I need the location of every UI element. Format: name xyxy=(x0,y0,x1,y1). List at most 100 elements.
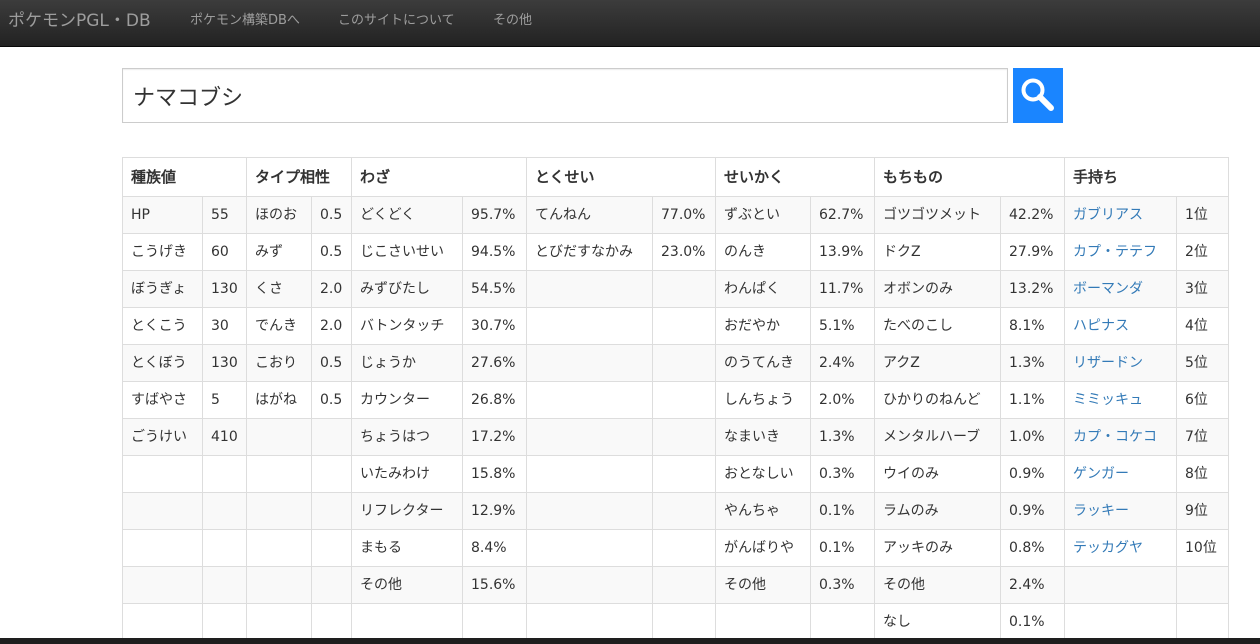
move-name-cell: その他 xyxy=(351,566,463,604)
ability-usage-cell xyxy=(652,344,716,382)
stat-name-cell: こうげき xyxy=(122,233,203,271)
stat-name-cell xyxy=(122,603,203,641)
ability-name-cell xyxy=(526,307,653,345)
ability-usage-cell xyxy=(652,307,716,345)
item-name-cell: ラムのみ xyxy=(874,492,1001,530)
stat-value-cell xyxy=(202,566,247,604)
type-name-cell xyxy=(246,603,312,641)
header-abilities: とくせい xyxy=(526,157,716,197)
ability-usage-cell xyxy=(652,270,716,308)
nature-name-cell: なまいき xyxy=(715,418,811,456)
stat-name-cell: とくこう xyxy=(122,307,203,345)
nature-name-cell: その他 xyxy=(715,566,811,604)
type-multiplier-cell xyxy=(311,603,352,641)
move-name-cell: どくどく xyxy=(351,196,463,234)
nav-link-pokemon-build-db[interactable]: ポケモン構築DBへ xyxy=(190,12,300,30)
teammate-rank-cell: 1位 xyxy=(1176,196,1229,234)
type-multiplier-cell: 0.5 xyxy=(311,233,352,271)
header-natures: せいかく xyxy=(715,157,875,197)
table-row: その他 15.6% その他 0.3% その他 2.4% xyxy=(122,566,1229,604)
item-usage-cell: 0.8% xyxy=(1000,529,1065,567)
table-row: ぼうぎょ 130 くさ 2.0 みずびたし 54.5% わんぱく 11.7% オボンのみ 13.2… xyxy=(122,270,1229,308)
table-row: すばやさ 5 はがね 0.5 カウンター 26.8% しんちょう 2.0% ひかりのねんど 1.1… xyxy=(122,381,1229,419)
table-row: HP 55 ほのお 0.5 どくどく 95.7% てんねん 77.0% ずぶとい 62.7% ゴツゴ… xyxy=(122,196,1229,234)
type-name-cell xyxy=(246,418,312,456)
ability-name-cell xyxy=(526,603,653,641)
teammate-name-cell[interactable]: ゲンガー xyxy=(1064,455,1177,493)
nature-usage-cell: 2.0% xyxy=(810,381,875,419)
move-name-cell: まもる xyxy=(351,529,463,567)
header-base-stats: 種族値 xyxy=(122,157,247,197)
nature-name-cell: おだやか xyxy=(715,307,811,345)
item-name-cell: たべのこし xyxy=(874,307,1001,345)
table-row: ごうけい 410 ちょうはつ 17.2% なまいき 1.3% メンタルハーブ 1.0% カプ・コ… xyxy=(122,418,1229,456)
move-usage-cell: 54.5% xyxy=(462,270,527,308)
site-brand[interactable]: ポケモンPGL・DB xyxy=(8,10,151,32)
teammate-rank-cell: 9位 xyxy=(1176,492,1229,530)
table-row: いたみわけ 15.8% おとなしい 0.3% ウイのみ 0.9% ゲンガー 8位 xyxy=(122,455,1229,493)
type-multiplier-cell: 0.5 xyxy=(311,381,352,419)
search-button[interactable] xyxy=(1013,68,1063,123)
item-name-cell: アクZ xyxy=(874,344,1001,382)
search-input[interactable] xyxy=(122,68,1008,123)
teammate-rank-cell: 7位 xyxy=(1176,418,1229,456)
nature-usage-cell: 0.1% xyxy=(810,529,875,567)
teammate-name-cell[interactable]: カプ・テテフ xyxy=(1064,233,1177,271)
teammate-name-cell[interactable]: リザードン xyxy=(1064,344,1177,382)
type-multiplier-cell xyxy=(311,455,352,493)
pokemon-stats-table: 種族値 タイプ相性 わざ とくせい せいかく もちもの 手持ち HP 55 ほのお 0… xyxy=(122,157,1229,641)
nature-usage-cell: 0.3% xyxy=(810,566,875,604)
nature-name-cell: のうてんき xyxy=(715,344,811,382)
teammate-rank-cell: 4位 xyxy=(1176,307,1229,345)
type-name-cell xyxy=(246,455,312,493)
table-header-row: 種族値 タイプ相性 わざ とくせい せいかく もちもの 手持ち xyxy=(122,157,1229,197)
header-type-matchup: タイプ相性 xyxy=(246,157,352,197)
nav-link-about[interactable]: このサイトについて xyxy=(338,12,455,30)
stat-name-cell: すばやさ xyxy=(122,381,203,419)
move-name-cell: みずびたし xyxy=(351,270,463,308)
item-name-cell: なし xyxy=(874,603,1001,641)
nature-usage-cell: 0.3% xyxy=(810,455,875,493)
teammate-name-cell[interactable]: ボーマンダ xyxy=(1064,270,1177,308)
teammate-name-cell[interactable]: ハピナス xyxy=(1064,307,1177,345)
teammate-name-cell[interactable]: テッカグヤ xyxy=(1064,529,1177,567)
teammate-name-cell[interactable]: ラッキー xyxy=(1064,492,1177,530)
nature-usage-cell: 62.7% xyxy=(810,196,875,234)
stat-value-cell: 130 xyxy=(202,270,247,308)
nature-name-cell: やんちゃ xyxy=(715,492,811,530)
teammate-name-cell[interactable]: ミミッキュ xyxy=(1064,381,1177,419)
item-name-cell: ドクZ xyxy=(874,233,1001,271)
item-usage-cell: 42.2% xyxy=(1000,196,1065,234)
ability-usage-cell xyxy=(652,381,716,419)
type-name-cell xyxy=(246,492,312,530)
teammate-rank-cell xyxy=(1176,566,1229,604)
type-name-cell: みず xyxy=(246,233,312,271)
teammate-name-cell[interactable]: ガブリアス xyxy=(1064,196,1177,234)
type-multiplier-cell xyxy=(311,529,352,567)
nature-usage-cell: 2.4% xyxy=(810,344,875,382)
stat-name-cell: ごうけい xyxy=(122,418,203,456)
item-name-cell: オボンのみ xyxy=(874,270,1001,308)
table-body: HP 55 ほのお 0.5 どくどく 95.7% てんねん 77.0% ずぶとい 62.7% ゴツゴ… xyxy=(122,196,1229,641)
teammate-name-cell xyxy=(1064,566,1177,604)
nature-name-cell: わんぱく xyxy=(715,270,811,308)
table-row: とくぼう 130 こおり 0.5 じょうか 27.6% のうてんき 2.4% アクZ 1.3% リザ… xyxy=(122,344,1229,382)
stat-name-cell: とくぼう xyxy=(122,344,203,382)
ability-name-cell xyxy=(526,381,653,419)
type-name-cell: ほのお xyxy=(246,196,312,234)
ability-usage-cell xyxy=(652,455,716,493)
ability-name-cell xyxy=(526,418,653,456)
table-row: こうげき 60 みず 0.5 じこさいせい 94.5% とびだすなかみ 23.0% のんき 13.… xyxy=(122,233,1229,271)
teammate-name-cell[interactable]: カプ・コケコ xyxy=(1064,418,1177,456)
move-usage-cell: 27.6% xyxy=(462,344,527,382)
item-usage-cell: 1.0% xyxy=(1000,418,1065,456)
teammate-rank-cell: 8位 xyxy=(1176,455,1229,493)
item-name-cell: ひかりのねんど xyxy=(874,381,1001,419)
top-navbar: ポケモンPGL・DB ポケモン構築DBへ このサイトについて その他 xyxy=(0,0,1260,47)
move-usage-cell: 15.6% xyxy=(462,566,527,604)
teammate-rank-cell: 5位 xyxy=(1176,344,1229,382)
table-row: リフレクター 12.9% やんちゃ 0.1% ラムのみ 0.9% ラッキー 9位 xyxy=(122,492,1229,530)
nature-name-cell: のんき xyxy=(715,233,811,271)
move-name-cell: いたみわけ xyxy=(351,455,463,493)
nav-link-other[interactable]: その他 xyxy=(493,12,532,30)
